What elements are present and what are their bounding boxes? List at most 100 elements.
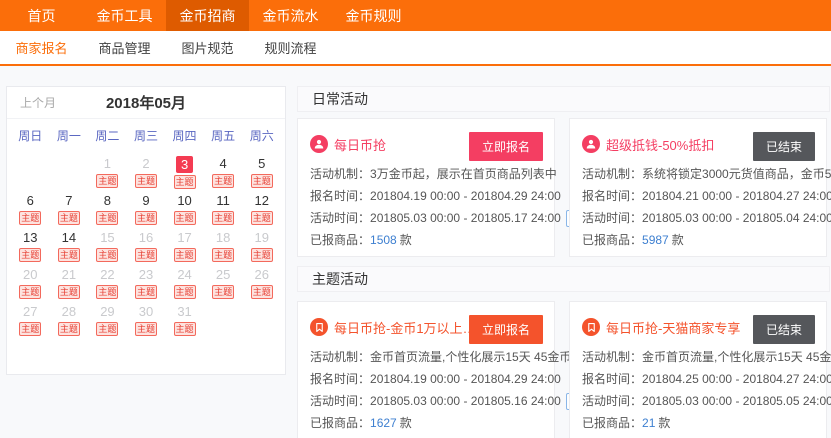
- product-count-link[interactable]: 21: [642, 416, 655, 430]
- calendar-day-cell[interactable]: 4 主题: [204, 156, 243, 187]
- calendar-day-cell[interactable]: 13 主题: [11, 230, 50, 261]
- calendar-day-cell[interactable]: 2 主题: [127, 156, 166, 187]
- calendar-day-cell[interactable]: 9 主题: [127, 193, 166, 224]
- active-value: 201805.03 00:00 - 201805.16 24:00: [370, 394, 561, 408]
- signup-value: 201804.19 00:00 - 201804.29 24:00: [370, 372, 561, 386]
- calendar-day-cell[interactable]: 26 主题: [242, 267, 281, 298]
- mechanism-line: 活动机制：系统将锁定3000元货值商品，金币50%抵扣: [582, 163, 814, 185]
- weekday-label: 周日: [11, 127, 50, 144]
- activity-card: 每日币抢 立即报名 活动机制：3万金币起，展示在首页商品列表中 报名时间：201…: [297, 118, 555, 257]
- calendar-day-cell[interactable]: 12 主题: [242, 193, 281, 224]
- subnav-tab[interactable]: 图片规范: [166, 31, 249, 64]
- signup-value: 201804.25 00:00 - 201804.27 24:00: [642, 372, 831, 386]
- calendar-day-cell[interactable]: 28 主题: [50, 304, 89, 335]
- day-number: 23: [139, 267, 153, 283]
- card-action-button[interactable]: 已结束: [753, 315, 815, 344]
- active-label: 活动时间：: [582, 394, 642, 408]
- weekday-row: 周日周一周二周三周四周五周六: [7, 119, 285, 144]
- calendar-day-cell[interactable]: 6 主题: [11, 193, 50, 224]
- section-title: 主题活动: [312, 269, 368, 289]
- day-number: 13: [23, 230, 37, 246]
- content-area: 上个月 2018年05月 周日周一周二周三周四周五周六 主题 主题 1 主题 2…: [0, 66, 831, 438]
- card-title: 超级抵钱-50%抵扣: [606, 135, 714, 154]
- subnav-tab[interactable]: 商家报名: [0, 31, 83, 64]
- card-action-button[interactable]: 已结束: [753, 132, 815, 161]
- theme-badge: 主题: [212, 285, 234, 299]
- subnav-tab[interactable]: 规则流程: [249, 31, 332, 64]
- product-count-link[interactable]: 1627: [370, 416, 397, 430]
- calendar-day-cell[interactable]: 23 主题: [127, 267, 166, 298]
- signup-time-line: 报名时间：201804.19 00:00 - 201804.29 24:00: [310, 368, 542, 390]
- calendar-day-cell[interactable]: 5 主题: [242, 156, 281, 187]
- theme-badge: 主题: [174, 175, 196, 189]
- calendar-day-cell[interactable]: 11 主题: [204, 193, 243, 224]
- bookmark-icon: [310, 318, 328, 336]
- calendar-day-cell[interactable]: 10 主题: [165, 193, 204, 224]
- calendar-day-cell[interactable]: 24 主题: [165, 267, 204, 298]
- day-number: 8: [104, 193, 111, 209]
- calendar-day-cell[interactable]: 主题: [204, 304, 243, 335]
- product-count-link[interactable]: 1508: [370, 233, 397, 247]
- day-number: 16: [139, 230, 153, 246]
- calendar-day-cell[interactable]: 16 主题: [127, 230, 166, 261]
- calendar-day-cell[interactable]: 20 主题: [11, 267, 50, 298]
- products-label: 已报商品：: [310, 416, 370, 430]
- weekday-label: 周五: [204, 127, 243, 144]
- calendar-day-cell[interactable]: 主题: [50, 156, 89, 187]
- calendar-day-cell[interactable]: 25 主题: [204, 267, 243, 298]
- calendar-day-cell[interactable]: 主题: [11, 156, 50, 187]
- activity-card: 每日币抢-金币1万以上卖家... 立即报名 活动机制：金币首页流量,个性化展示1…: [297, 301, 555, 438]
- calendar-day-cell[interactable]: 21 主题: [50, 267, 89, 298]
- calendar-day-cell[interactable]: 18 主题: [204, 230, 243, 261]
- calendar-day-cell[interactable]: 8 主题: [88, 193, 127, 224]
- nav-tab[interactable]: 金币招商: [166, 0, 249, 31]
- nav-tab[interactable]: 金币流水: [249, 0, 332, 31]
- calendar-day-cell[interactable]: 14 主题: [50, 230, 89, 261]
- day-number: 27: [23, 304, 37, 320]
- coin-merchant-page: 首页金币工具金币招商金币流水金币规则 商家报名商品管理图片规范规则流程 上个月 …: [0, 0, 831, 438]
- calendar-day-cell[interactable]: 19 主题: [242, 230, 281, 261]
- bookmark-icon: [582, 318, 600, 336]
- theme-badge: 主题: [212, 211, 234, 225]
- calendar-day-cell[interactable]: 15 主题: [88, 230, 127, 261]
- day-number: 12: [254, 193, 268, 209]
- product-count-link[interactable]: 5987: [642, 233, 669, 247]
- card-action-button[interactable]: 立即报名: [469, 315, 543, 344]
- day-number: 4: [220, 156, 227, 172]
- calendar-day-cell[interactable]: 17 主题: [165, 230, 204, 261]
- weekday-label: 周一: [50, 127, 89, 144]
- mechanism-value: 3万金币起，展示在首页商品列表中: [370, 167, 557, 181]
- theme-badge: 主题: [58, 211, 80, 225]
- subnav-tab[interactable]: 商品管理: [83, 31, 166, 64]
- products-label: 已报商品：: [310, 233, 370, 247]
- prev-month-link[interactable]: 上个月: [20, 94, 56, 111]
- day-number: 30: [139, 304, 153, 320]
- calendar-panel: 上个月 2018年05月 周日周一周二周三周四周五周六 主题 主题 1 主题 2…: [6, 86, 286, 375]
- calendar-day-cell[interactable]: 29 主题: [88, 304, 127, 335]
- nav-tab[interactable]: 金币规则: [332, 0, 415, 31]
- day-number: 5: [258, 156, 265, 172]
- calendar-day-cell[interactable]: 27 主题: [11, 304, 50, 335]
- day-number: 19: [254, 230, 268, 246]
- user-icon: [310, 135, 328, 153]
- calendar-day-cell[interactable]: 22 主题: [88, 267, 127, 298]
- theme-badge: 主题: [96, 248, 118, 262]
- theme-badge: 主题: [212, 248, 234, 262]
- day-number: 21: [62, 267, 76, 283]
- calendar-day-cell[interactable]: 30 主题: [127, 304, 166, 335]
- nav-tab[interactable]: 金币工具: [83, 0, 166, 31]
- nav-tab[interactable]: 首页: [0, 0, 83, 31]
- mechanism-value: 金币首页流量,个性化展示15天 45金币/点击: [642, 350, 831, 364]
- card-header: 每日币抢-天猫商家专享 已结束: [582, 314, 814, 340]
- products-line: 已报商品：5987款: [582, 229, 814, 251]
- calendar-day-cell[interactable]: 7 主题: [50, 193, 89, 224]
- calendar-day-cell[interactable]: 3 主题: [165, 156, 204, 187]
- calendar-day-cell[interactable]: 主题: [242, 304, 281, 335]
- products-unit: 款: [400, 233, 412, 247]
- calendar-day-cell[interactable]: 1 主题: [88, 156, 127, 187]
- theme-badge: 主题: [96, 174, 118, 188]
- calendar-day-cell[interactable]: 31 主题: [165, 304, 204, 335]
- card-action-button[interactable]: 立即报名: [469, 132, 543, 161]
- theme-badge: 主题: [174, 248, 196, 262]
- theme-badge: 主题: [96, 211, 118, 225]
